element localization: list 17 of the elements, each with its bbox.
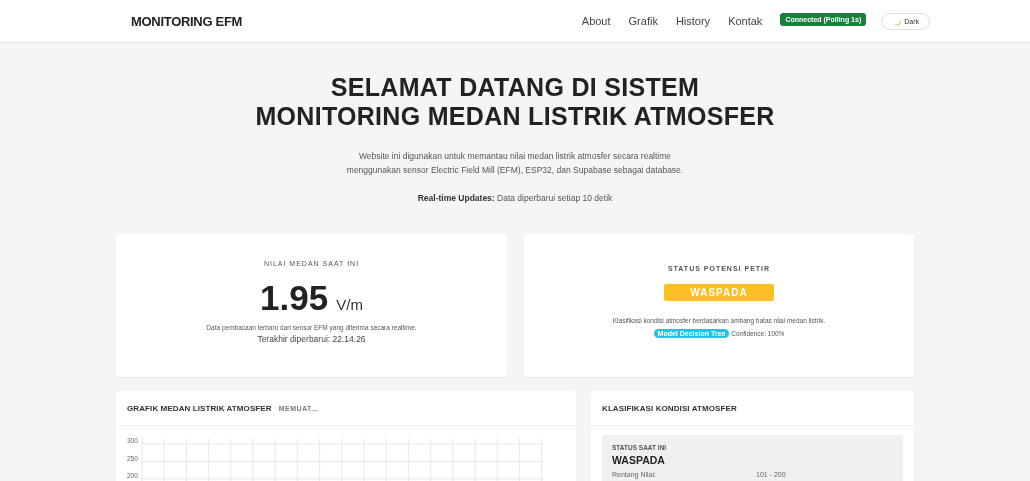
nav-link[interactable]: About: [581, 15, 611, 27]
card-title: GRAFIK MEDAN LISTRIK ATMOSFER: [127, 403, 272, 413]
last-updated-text: Terakhir diperbarui: 22.14.26: [256, 334, 367, 344]
hero-title: SELAMAT DATANG DI SISTEM: [329, 73, 701, 102]
hero-description: Website ini digunakan untuk memantau nilai medan listrik atmosfer secara realtime: [357, 150, 673, 163]
nav-link[interactable]: History: [675, 15, 711, 27]
field-value: 1.95: [260, 278, 329, 318]
status-banner: WASPADA: [664, 284, 774, 301]
unit-label: V/m: [336, 296, 363, 313]
nav-link[interactable]: Grafik: [628, 15, 658, 27]
brand-logo[interactable]: MONITORING EFM: [131, 13, 243, 29]
update-note: Real-time Updates: Data diperbarui setiap 10 detik: [416, 193, 614, 203]
status-value: WASPADA: [612, 454, 666, 467]
nav-link[interactable]: Kontak: [728, 15, 763, 27]
hero-title: MONITORING MEDAN LISTRIK ATMOSFER: [254, 102, 776, 131]
hero-description: menggunakan sensor Electric Field Mill (EFM), ESP32, dan Supabase sebagai database.: [345, 164, 685, 177]
card-title: KLASIFIKASI KONDISI ATMOSFER: [602, 403, 737, 413]
